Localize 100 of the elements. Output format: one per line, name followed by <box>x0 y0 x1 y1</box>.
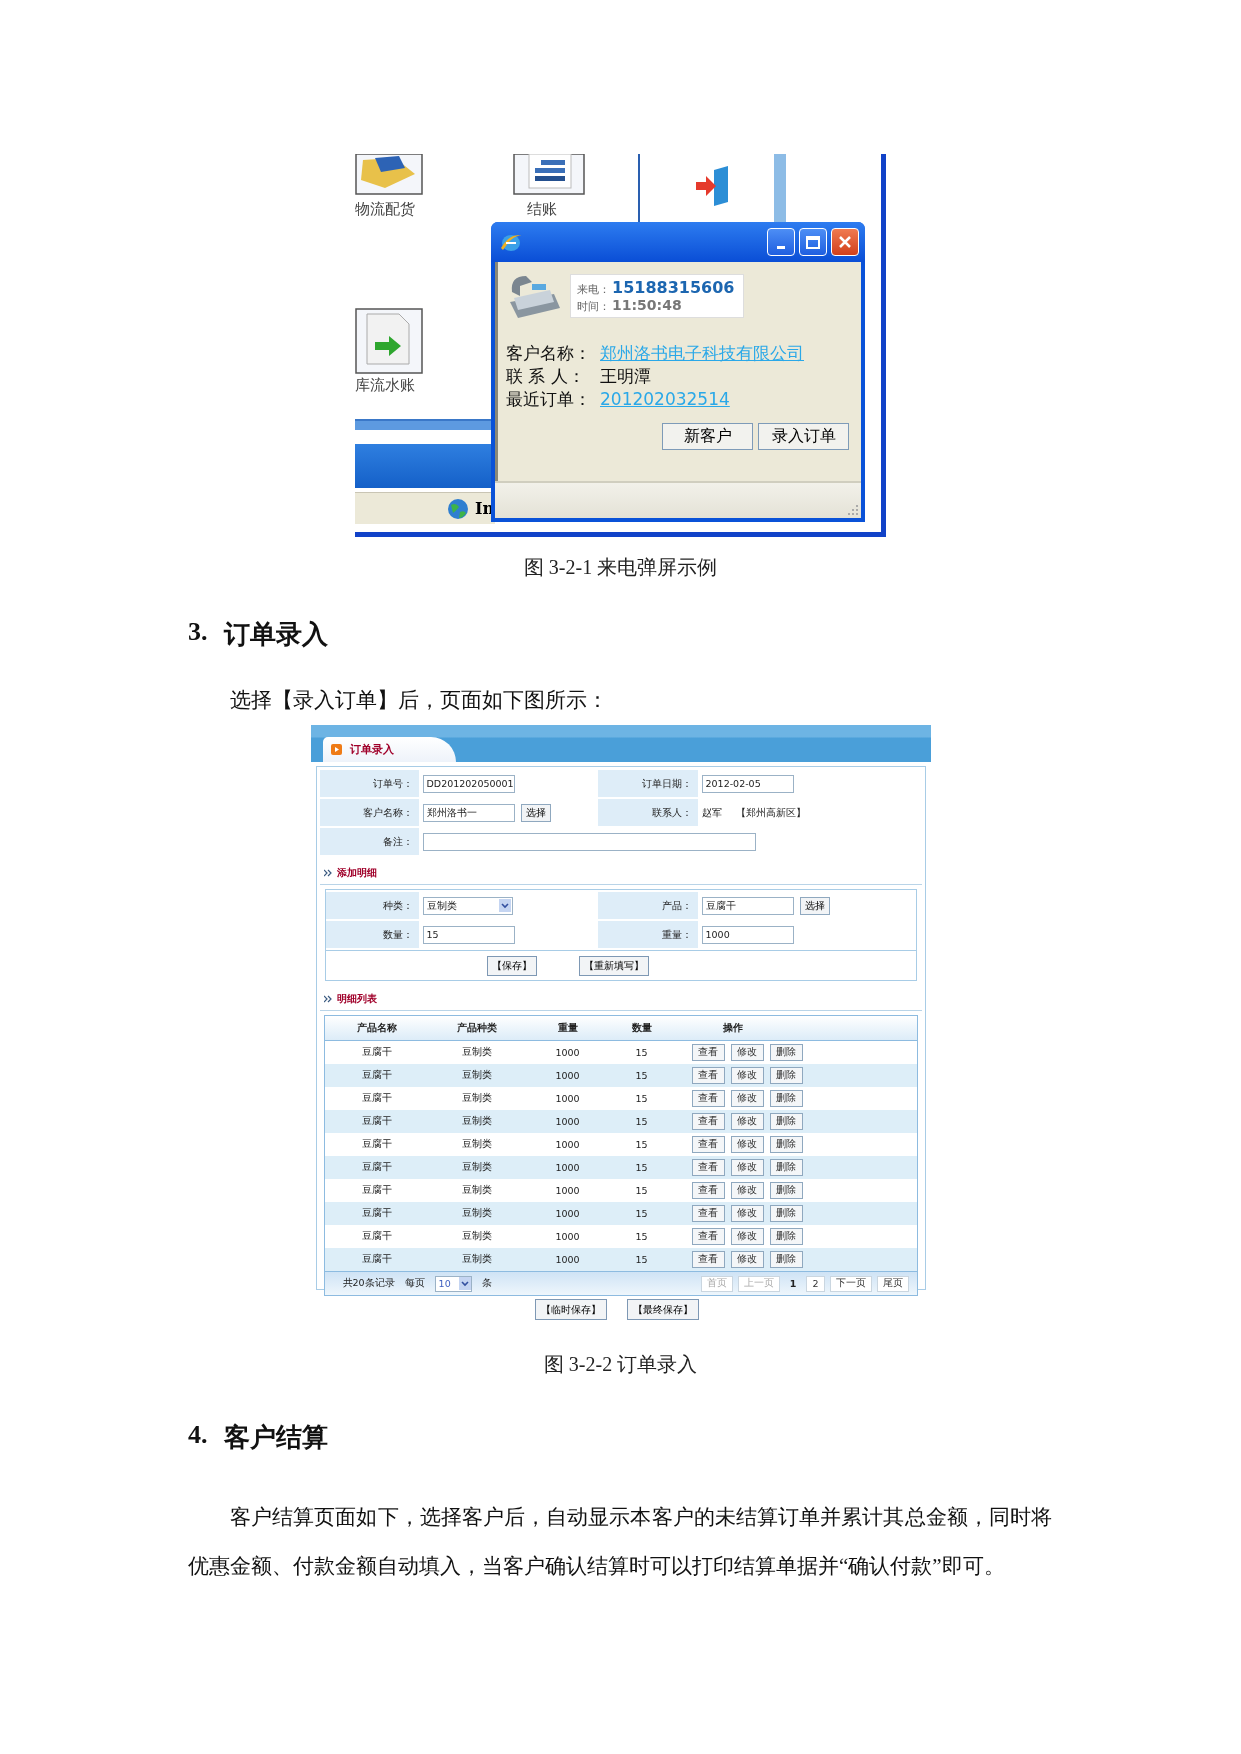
page-tab[interactable]: 订单录入 <box>322 737 456 762</box>
field-label: 数量： <box>325 921 419 948</box>
action-button[interactable]: 修改 <box>730 1136 764 1153</box>
column-header: 数量 <box>630 1021 653 1035</box>
action-button[interactable]: 修改 <box>730 1044 764 1061</box>
dropdown[interactable]: 豆制类 <box>422 896 513 915</box>
action-button[interactable]: 修改 <box>730 1113 764 1130</box>
tab-title: 订单录入 <box>349 742 394 757</box>
table-cell-text: 1000 <box>554 1116 581 1127</box>
action-button[interactable]: 修改 <box>730 1159 764 1176</box>
form-button[interactable]: 【保存】 <box>486 955 537 976</box>
per-page-unit: 条 <box>481 1277 492 1290</box>
icon-label[interactable]: 物流配货 <box>355 200 415 219</box>
table-cell-text: 豆腐干 <box>360 1161 393 1174</box>
input-field[interactable] <box>422 832 756 851</box>
table-cell-text: 豆制类 <box>460 1161 493 1174</box>
table-cell-text: 豆制类 <box>460 1115 493 1128</box>
action-button[interactable]: 修改 <box>730 1090 764 1107</box>
action-button[interactable]: 查看 <box>691 1044 725 1061</box>
action-button[interactable]: 修改 <box>730 1067 764 1084</box>
action-button[interactable]: 查看 <box>691 1251 725 1268</box>
action-button[interactable]: 查看 <box>691 1205 725 1222</box>
action-button[interactable]: 查看 <box>691 1136 725 1153</box>
save-button[interactable]: 【最终保存】 <box>626 1299 699 1320</box>
table-cell-text: 15 <box>634 1139 649 1150</box>
action-button[interactable]: 查看 <box>691 1228 725 1245</box>
current-page[interactable]: 1 <box>784 1275 802 1292</box>
close-button[interactable] <box>831 228 859 256</box>
action-button[interactable]: 删除 <box>769 1044 803 1061</box>
popup-button[interactable]: 新客户 <box>662 423 753 450</box>
caller-label: 来电： <box>577 282 610 297</box>
input-field[interactable]: 豆腐干 <box>701 896 794 915</box>
action-button[interactable]: 删除 <box>769 1136 803 1153</box>
figure-caption: 图 3-2-1 来电弹屏示例 <box>523 555 718 580</box>
column-header: 操作 <box>721 1021 744 1035</box>
table-cell-text: 豆腐干 <box>360 1230 393 1243</box>
call-time: 11:50:48 <box>612 297 682 313</box>
column-header: 重量 <box>556 1021 579 1035</box>
action-button[interactable]: 删除 <box>769 1251 803 1268</box>
table-cell-text: 豆制类 <box>460 1184 493 1197</box>
table-cell-text: 15 <box>634 1254 649 1265</box>
action-button[interactable]: 删除 <box>769 1113 803 1130</box>
select-button[interactable]: 选择 <box>520 803 551 822</box>
action-button[interactable]: 修改 <box>730 1205 764 1222</box>
action-button[interactable]: 查看 <box>691 1067 725 1084</box>
action-button[interactable]: 查看 <box>691 1182 725 1199</box>
action-button[interactable]: 删除 <box>769 1228 803 1245</box>
section-title: 添加明细 <box>336 866 377 880</box>
input-field[interactable]: 15 <box>422 925 515 944</box>
table-cell-text: 豆制类 <box>460 1230 493 1243</box>
figure-caption: 图 3-2-2 订单录入 <box>543 1352 698 1377</box>
maximize-button[interactable] <box>799 228 827 256</box>
action-button[interactable]: 修改 <box>730 1228 764 1245</box>
table-cell-text: 豆制类 <box>460 1207 493 1220</box>
page-link[interactable]: 尾页 <box>876 1275 909 1292</box>
popup-button[interactable]: 录入订单 <box>758 423 849 450</box>
form-button[interactable]: 【重新填写】 <box>578 955 649 976</box>
action-button[interactable]: 删除 <box>769 1182 803 1199</box>
table-cell-text: 1000 <box>554 1047 581 1058</box>
action-button[interactable]: 删除 <box>769 1159 803 1176</box>
table-cell-text: 15 <box>634 1070 649 1081</box>
action-button[interactable]: 删除 <box>769 1067 803 1084</box>
minimize-icon <box>777 246 785 249</box>
table-cell-text: 豆制类 <box>460 1138 493 1151</box>
action-button[interactable]: 查看 <box>691 1090 725 1107</box>
minimize-button[interactable] <box>767 228 795 256</box>
save-button[interactable]: 【临时保存】 <box>534 1299 607 1320</box>
action-button[interactable]: 查看 <box>691 1113 725 1130</box>
action-button[interactable]: 删除 <box>769 1205 803 1222</box>
table-cell-text: 1000 <box>554 1162 581 1173</box>
page-size-dropdown[interactable]: 10 <box>434 1275 472 1292</box>
record-count: 共20条记录 <box>342 1277 395 1290</box>
resize-grip-icon <box>847 504 859 516</box>
input-field[interactable]: 2012-02-05 <box>701 774 794 793</box>
select-button[interactable]: 选择 <box>799 896 830 915</box>
table-cell-text: 豆制类 <box>460 1046 493 1059</box>
play-icon <box>330 744 342 755</box>
page-link[interactable]: 下一页 <box>829 1275 872 1292</box>
column-header: 产品种类 <box>455 1021 498 1035</box>
action-button[interactable]: 查看 <box>691 1159 725 1176</box>
double-chevron-icon <box>323 869 332 877</box>
action-button[interactable]: 修改 <box>730 1182 764 1199</box>
section-heading: 客户结算 <box>223 1422 328 1454</box>
table-cell-text: 1000 <box>554 1208 581 1219</box>
input-field[interactable]: DD201202050001 <box>422 774 515 793</box>
table-cell-text: 1000 <box>554 1093 581 1104</box>
paragraph: 客户结算页面如下，选择客户后，自动显示本客户的未结算订单并累计其总金额，同时将优惠金额、付款金额自动填入，当客户确认结算时可以打印结算单据并“确认付款”即可。 <box>188 1504 1052 1580</box>
action-button[interactable]: 删除 <box>769 1090 803 1107</box>
table-cell-text: 1000 <box>554 1231 581 1242</box>
icon-label[interactable]: 库流水账 <box>355 376 415 395</box>
table-cell-text: 15 <box>634 1231 649 1242</box>
page-link[interactable]: 2 <box>806 1275 825 1292</box>
table-cell-text: 豆制类 <box>460 1253 493 1266</box>
table-cell-text: 豆腐干 <box>360 1092 393 1105</box>
input-field[interactable]: 1000 <box>701 925 794 944</box>
action-button[interactable]: 修改 <box>730 1251 764 1268</box>
paragraph: 选择【录入订单】后，页面如下图所示： <box>229 687 609 714</box>
input-field[interactable]: 郑州洛书一 <box>422 803 515 822</box>
icon-label[interactable]: 结账 <box>527 200 557 219</box>
field-label: 订单日期： <box>597 770 698 797</box>
